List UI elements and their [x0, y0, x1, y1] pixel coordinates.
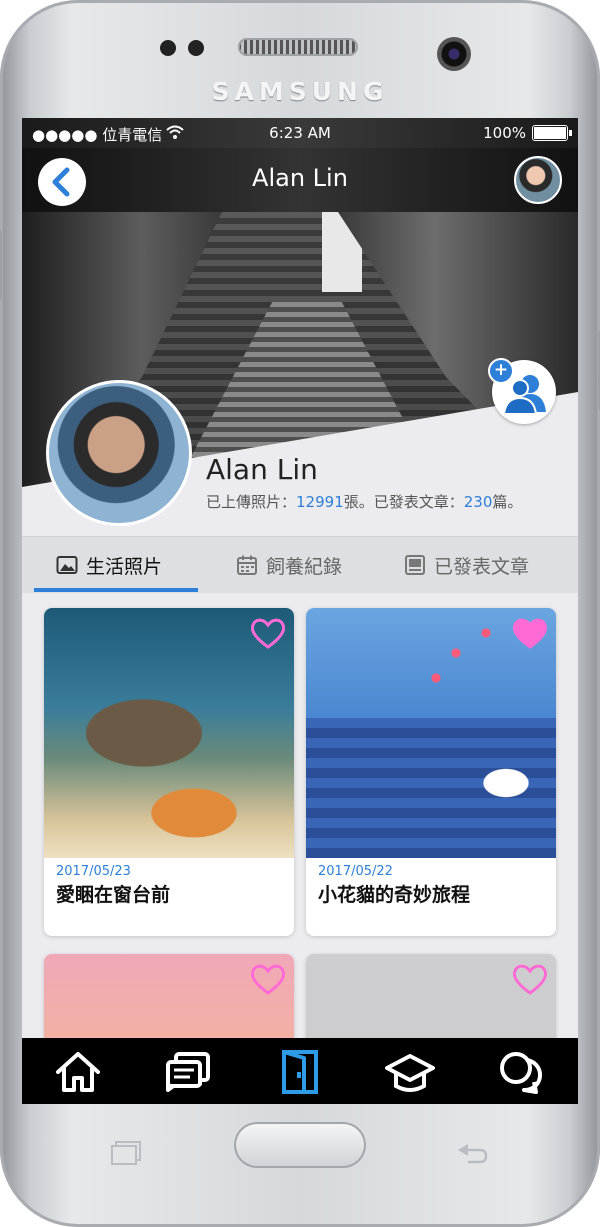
graduation-cap-icon[interactable] [384, 1048, 436, 1096]
article-icon [405, 555, 425, 575]
tab-label: 已發表文章 [434, 555, 530, 578]
battery-icon [532, 125, 572, 141]
sensor-dots [160, 40, 212, 58]
volume-button [0, 230, 2, 300]
active-tab-indicator [34, 588, 198, 592]
photo-card[interactable]: 2017/05/23 愛睏在窗台前 [44, 608, 294, 936]
tab-life-photos[interactable]: 生活照片 [56, 537, 162, 593]
photo-icon [56, 556, 78, 574]
profile-stats: 已上傳照片：12991張。已發表文章：230篇。 [206, 491, 522, 512]
page-title: Alan Lin [252, 164, 348, 192]
chat-icon[interactable] [496, 1048, 548, 1096]
post-count: 230 [463, 493, 493, 511]
card-date: 2017/05/23 [56, 864, 131, 879]
home-button[interactable] [234, 1122, 366, 1168]
tab-bar: 生活照片 飼養紀錄 已發表文章 [22, 536, 578, 593]
user-avatar[interactable] [514, 156, 562, 204]
tab-label: 飼養紀錄 [266, 555, 343, 578]
app-screen: ●●●●● 位青電信 6:23 AM 100% Alan Lin + Alan … [22, 118, 578, 1104]
home-icon[interactable] [52, 1048, 104, 1096]
card-title: 愛睏在窗台前 [56, 884, 171, 906]
back-nav-icon[interactable] [454, 1140, 490, 1168]
top-nav-bar: Alan Lin [22, 148, 578, 212]
profile-avatar[interactable] [46, 380, 192, 526]
calendar-icon [237, 555, 257, 575]
plus-icon: + [488, 358, 514, 384]
stats-suffix: 篇。 [492, 493, 523, 511]
heart-icon[interactable] [512, 962, 548, 996]
battery-percent: 100% [483, 124, 526, 142]
recent-apps-icon[interactable] [108, 1140, 142, 1168]
tab-label: 生活照片 [86, 555, 163, 578]
photo-count: 12991 [296, 493, 344, 511]
tab-care-records[interactable]: 飼養紀錄 [236, 537, 342, 593]
brand-logo: SAMSUNG [211, 77, 389, 106]
stats-mid: 張。已發表文章： [343, 493, 464, 511]
card-date: 2017/05/22 [318, 864, 393, 879]
messages-icon[interactable] [162, 1048, 214, 1096]
heart-icon[interactable] [250, 962, 286, 996]
tab-published-articles[interactable]: 已發表文章 [404, 537, 529, 593]
phone-frame: SAMSUNG ●●●●● 位青電信 6:23 AM 100% Alan Lin… [0, 0, 600, 1227]
heart-icon[interactable] [512, 616, 548, 650]
status-bar: ●●●●● 位青電信 6:23 AM 100% [22, 118, 578, 148]
photo-card[interactable]: 2017/05/22 小花貓的奇妙旅程 [306, 608, 556, 936]
stats-prefix: 已上傳照片： [206, 493, 297, 511]
front-camera [437, 37, 471, 71]
earpiece-speaker [238, 38, 358, 56]
bottom-nav-bar [22, 1038, 578, 1104]
card-title: 小花貓的奇妙旅程 [318, 884, 471, 906]
door-icon[interactable] [274, 1048, 326, 1096]
heart-icon[interactable] [250, 616, 286, 650]
profile-name: Alan Lin [206, 453, 318, 486]
add-friend-button[interactable]: + [488, 358, 556, 424]
